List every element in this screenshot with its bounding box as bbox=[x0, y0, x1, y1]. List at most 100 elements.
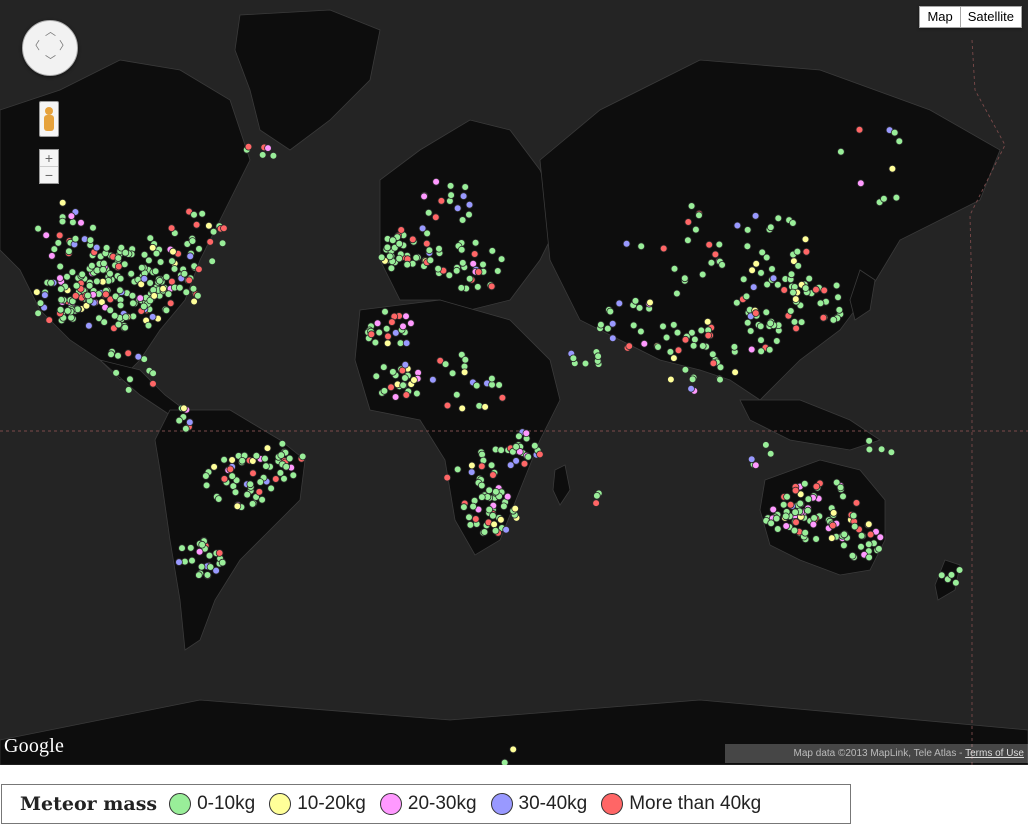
meteorite-marker[interactable] bbox=[64, 307, 72, 315]
meteorite-marker[interactable] bbox=[569, 354, 578, 363]
meteorite-marker[interactable] bbox=[705, 240, 713, 249]
meteorite-marker[interactable] bbox=[380, 387, 389, 395]
meteorite-marker[interactable] bbox=[166, 299, 175, 308]
meteorite-marker[interactable] bbox=[56, 274, 64, 282]
meteorite-marker[interactable] bbox=[460, 503, 468, 511]
meteorite-marker[interactable] bbox=[493, 267, 502, 275]
meteorite-marker[interactable] bbox=[180, 269, 189, 278]
meteorite-marker[interactable] bbox=[249, 469, 257, 478]
meteorite-marker[interactable] bbox=[751, 309, 760, 317]
meteorite-marker[interactable] bbox=[757, 347, 765, 356]
meteorite-marker[interactable] bbox=[646, 298, 654, 307]
meteorite-marker[interactable] bbox=[603, 324, 612, 333]
meteorite-marker[interactable] bbox=[458, 404, 467, 413]
meteorite-marker[interactable] bbox=[432, 178, 440, 186]
meteorite-marker[interactable] bbox=[791, 295, 800, 303]
meteorite-marker[interactable] bbox=[391, 393, 400, 401]
meteorite-marker[interactable] bbox=[765, 345, 774, 354]
meteorite-marker[interactable] bbox=[441, 360, 450, 368]
meteorite-marker[interactable] bbox=[218, 558, 227, 567]
meteorite-marker[interactable] bbox=[465, 201, 474, 209]
meteorite-marker[interactable] bbox=[606, 307, 615, 316]
meteorite-marker[interactable] bbox=[640, 339, 649, 348]
meteorite-marker[interactable] bbox=[789, 288, 797, 297]
meteorite-marker[interactable] bbox=[473, 283, 482, 291]
meteorite-marker[interactable] bbox=[608, 334, 617, 343]
meteorite-marker[interactable] bbox=[488, 380, 496, 389]
meteorite-marker[interactable] bbox=[716, 375, 724, 384]
meteorite-marker[interactable] bbox=[790, 526, 799, 535]
meteorite-marker[interactable] bbox=[138, 263, 146, 272]
meteorite-marker[interactable] bbox=[146, 279, 154, 287]
meteorite-marker[interactable] bbox=[465, 210, 473, 219]
meteorite-marker[interactable] bbox=[255, 488, 264, 496]
meteorite-marker[interactable] bbox=[170, 265, 179, 273]
meteorite-marker[interactable] bbox=[277, 451, 286, 459]
meteorite-marker[interactable] bbox=[401, 360, 410, 369]
meteorite-marker[interactable] bbox=[402, 391, 411, 399]
meteorite-marker[interactable] bbox=[447, 191, 455, 199]
meteorite-marker[interactable] bbox=[186, 252, 195, 261]
meteorite-marker[interactable] bbox=[789, 219, 797, 227]
meteorite-marker[interactable] bbox=[202, 472, 210, 480]
satellite-button[interactable]: Satellite bbox=[959, 7, 1021, 27]
meteorite-marker[interactable] bbox=[471, 239, 480, 247]
meteorite-marker[interactable] bbox=[460, 368, 469, 377]
meteorite-marker[interactable] bbox=[471, 515, 480, 523]
meteorite-marker[interactable] bbox=[865, 445, 874, 454]
meteorite-marker[interactable] bbox=[812, 482, 821, 491]
meteorite-marker[interactable] bbox=[751, 461, 760, 470]
meteorite-marker[interactable] bbox=[121, 323, 129, 332]
meteorite-marker[interactable] bbox=[452, 266, 461, 275]
meteorite-marker[interactable] bbox=[635, 304, 644, 312]
meteorite-marker[interactable] bbox=[190, 210, 198, 219]
meteorite-marker[interactable] bbox=[54, 239, 63, 247]
meteorite-marker[interactable] bbox=[703, 317, 712, 326]
meteorite-marker[interactable] bbox=[384, 332, 392, 341]
meteorite-marker[interactable] bbox=[509, 745, 518, 754]
meteorite-marker[interactable] bbox=[465, 513, 473, 521]
meteorite-marker[interactable] bbox=[67, 212, 76, 220]
meteorite-marker[interactable] bbox=[461, 183, 470, 191]
meteorite-marker[interactable] bbox=[955, 566, 964, 574]
meteorite-marker[interactable] bbox=[453, 465, 462, 474]
meteorite-marker[interactable] bbox=[810, 514, 818, 522]
meteorite-marker[interactable] bbox=[195, 547, 204, 556]
meteorite-marker[interactable] bbox=[379, 363, 388, 371]
meteorite-marker[interactable] bbox=[797, 318, 806, 326]
pan-control[interactable]: ︿ ﹀ 〈 〉 bbox=[22, 20, 78, 76]
meteorite-marker[interactable] bbox=[63, 272, 71, 281]
meteorite-marker[interactable] bbox=[188, 556, 196, 565]
meteorite-marker[interactable] bbox=[497, 515, 505, 524]
meteorite-marker[interactable] bbox=[431, 213, 440, 222]
meteorite-marker[interactable] bbox=[491, 526, 500, 535]
meteorite-marker[interactable] bbox=[749, 283, 758, 291]
meteorite-marker[interactable] bbox=[782, 522, 790, 530]
meteorite-marker[interactable] bbox=[742, 292, 751, 301]
meteorite-marker[interactable] bbox=[144, 321, 153, 330]
meteorite-marker[interactable] bbox=[220, 475, 229, 483]
meteorite-marker[interactable] bbox=[865, 553, 873, 562]
meteorite-marker[interactable] bbox=[827, 534, 836, 542]
meteorite-marker[interactable] bbox=[489, 511, 497, 520]
meteorite-marker[interactable] bbox=[203, 571, 212, 579]
meteorite-marker[interactable] bbox=[515, 432, 523, 441]
meteorite-marker[interactable] bbox=[709, 359, 718, 368]
meteorite-marker[interactable] bbox=[791, 508, 799, 517]
meteorite-marker[interactable] bbox=[99, 265, 107, 274]
meteorite-marker[interactable] bbox=[812, 535, 820, 543]
meteorite-marker[interactable] bbox=[448, 369, 457, 378]
meteorite-marker[interactable] bbox=[429, 375, 437, 384]
meteorite-marker[interactable] bbox=[747, 455, 756, 464]
meteorite-marker[interactable] bbox=[520, 459, 529, 468]
meteorite-marker[interactable] bbox=[467, 468, 476, 476]
meteorite-marker[interactable] bbox=[72, 281, 81, 290]
meteorite-marker[interactable] bbox=[732, 298, 741, 307]
meteorite-marker[interactable] bbox=[188, 237, 197, 245]
meteorite-marker[interactable] bbox=[834, 293, 842, 302]
meteorite-marker[interactable] bbox=[169, 247, 177, 256]
meteorite-marker[interactable] bbox=[625, 342, 633, 350]
meteorite-marker[interactable] bbox=[258, 151, 267, 159]
meteorite-marker[interactable] bbox=[168, 257, 176, 265]
meteorite-marker[interactable] bbox=[779, 500, 788, 509]
